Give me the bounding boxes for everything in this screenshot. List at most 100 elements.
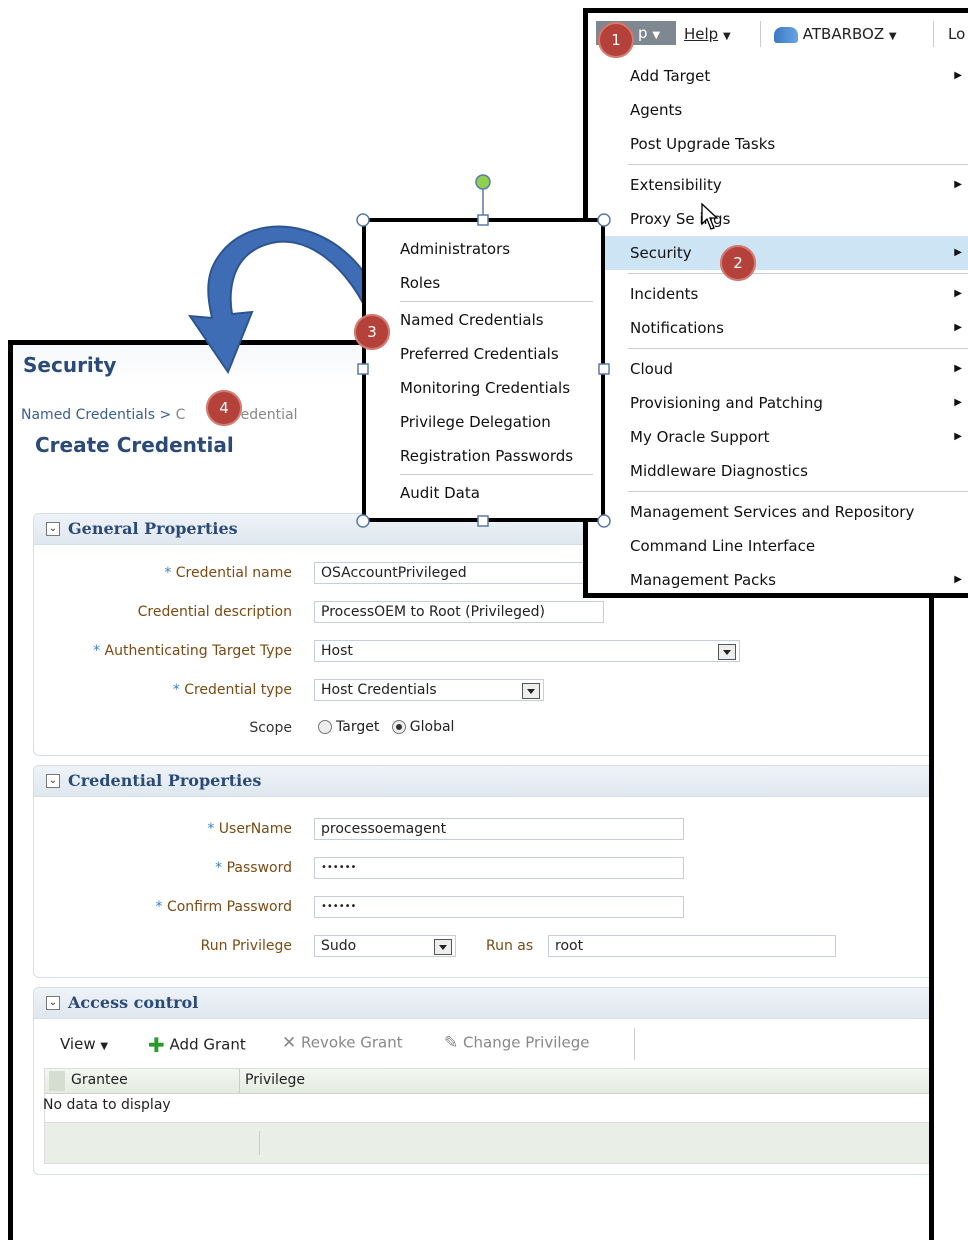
scope-global-radio[interactable] — [391, 720, 406, 734]
credential-description-label: Credential description — [137, 604, 292, 620]
username-input[interactable]: processoemagent — [314, 818, 684, 840]
password-input[interactable]: •••••• — [314, 857, 684, 879]
access-control-panel: ⌄ Access control View ▼ ✚ Add Grant ✕ Re… — [33, 987, 929, 1175]
setup-menu-item-cloud[interactable]: Cloud ▶ — [588, 352, 968, 386]
view-menu[interactable]: View ▼ — [60, 1035, 108, 1053]
scope-label: Scope — [249, 720, 292, 736]
scope-target-label: Target — [336, 719, 380, 735]
access-control-title: Access control — [68, 993, 199, 1012]
setup-menu-item-agents[interactable]: Agents — [588, 93, 968, 127]
x-icon: ✕ — [282, 1033, 297, 1053]
help-menu[interactable]: Help ▼ — [684, 25, 731, 43]
security-submenu-item-administrators[interactable]: Administrators — [366, 232, 601, 266]
grant-table: Grantee Privilege No data to display — [43, 1068, 929, 1164]
privilege-column-header[interactable]: Privilege — [245, 1072, 305, 1088]
setup-menu-list: Add Target ▶ Agents Post Upgrade Tasks Exten… — [588, 59, 968, 597]
change-privilege-button[interactable]: ✎ Change Privilege — [444, 1033, 590, 1053]
menu-separator — [628, 491, 968, 492]
menu-separator — [628, 348, 968, 349]
setup-menu-item-security[interactable]: Security ▶ — [588, 236, 968, 270]
run-as-label: Run as — [486, 938, 534, 954]
user-menu[interactable]: ATBARBOZ ▼ — [774, 25, 897, 43]
logout-link[interactable]: Lo — [948, 25, 965, 43]
setup-menu-item-extensibility[interactable]: Extensibility ▶ — [588, 168, 968, 202]
setup-menu-item-provisioning-and-patching[interactable]: Provisioning and Patching ▶ — [588, 386, 968, 420]
scope-radio-group: Target Global — [318, 719, 454, 735]
row-selector-header — [49, 1071, 65, 1091]
breadcrumb-named-credentials-link[interactable]: Named Credentials — [21, 407, 155, 423]
run-as-input[interactable]: root — [548, 935, 836, 957]
table-footer — [45, 1122, 929, 1163]
credential-type-dropdown-icon[interactable] — [522, 683, 540, 699]
breadcrumb-current-start: C — [175, 407, 186, 423]
submenu-arrow-icon: ▶ — [954, 179, 962, 190]
authenticating-target-type-select[interactable]: Host — [314, 640, 740, 662]
credential-properties-title: Credential Properties — [68, 771, 262, 790]
security-submenu-item-monitoring-credentials[interactable]: Monitoring Credentials — [366, 371, 601, 405]
password-label: * Password — [215, 860, 292, 876]
pencil-icon: ✎ — [444, 1033, 459, 1053]
chevron-down-icon: ▼ — [100, 1041, 109, 1052]
setup-menu-item-notifications[interactable]: Notifications ▶ — [588, 311, 968, 345]
credential-name-label: * Credential name — [164, 565, 292, 581]
plus-icon: ✚ — [148, 1033, 165, 1057]
callout-2: 2 — [720, 245, 756, 281]
collapse-icon[interactable]: ⌄ — [46, 522, 60, 536]
scope-target-radio[interactable] — [318, 720, 332, 734]
setup-menu-item-my-oracle-support[interactable]: My Oracle Support ▶ — [588, 420, 968, 454]
submenu-arrow-icon: ▶ — [954, 397, 962, 408]
security-submenu: Administrators Roles Named Credentials Pref… — [362, 218, 605, 522]
security-submenu-item-preferred-credentials[interactable]: Preferred Credentials — [366, 337, 601, 371]
add-grant-button[interactable]: ✚ Add Grant — [148, 1033, 246, 1057]
setup-menu-item-command-line-interface[interactable]: Command Line Interface — [588, 529, 968, 563]
setup-menu-item-management-services-and-repository[interactable]: Management Services and Repository — [588, 495, 968, 529]
setup-menu-item-middleware-diagnostics[interactable]: Middleware Diagnostics — [588, 454, 968, 488]
menu-separator — [628, 273, 968, 274]
authenticating-target-type-label: * Authenticating Target Type — [93, 643, 292, 659]
security-submenu-item-roles[interactable]: Roles — [366, 266, 601, 300]
authenticating-target-dropdown-icon[interactable] — [718, 644, 736, 660]
callout-4: 4 — [206, 390, 242, 426]
setup-menu-item-incidents[interactable]: Incidents ▶ — [588, 277, 968, 311]
submenu-arrow-icon: ▶ — [954, 574, 962, 585]
setup-menu-item-management-packs[interactable]: Management Packs ▶ — [588, 563, 968, 597]
submenu-arrow-icon: ▶ — [954, 70, 962, 81]
mouse-cursor-icon — [701, 202, 719, 230]
general-properties-title: General Properties — [68, 519, 238, 538]
security-submenu-item-privilege-delegation[interactable]: Privilege Delegation — [366, 405, 601, 439]
revoke-grant-button[interactable]: ✕ Revoke Grant — [282, 1033, 403, 1053]
setup-menu-item-proxy-se-ings[interactable]: Proxy Se ings — [588, 202, 968, 236]
page-title: Security — [23, 353, 117, 377]
credential-description-input[interactable]: ProcessOEM to Root (Privileged) — [314, 601, 604, 623]
security-submenu-item-registration-passwords[interactable]: Registration Passwords — [366, 439, 601, 473]
collapse-icon[interactable]: ⌄ — [46, 774, 60, 788]
menu-separator — [400, 474, 593, 475]
run-privilege-label: Run Privilege — [200, 938, 292, 954]
menu-separator — [628, 164, 968, 165]
setup-menu-window: p ▼ Help ▼ ATBARBOZ ▼ Lo Add Target ▶ Agen… — [583, 8, 968, 598]
setup-menu-item-post-upgrade-tasks[interactable]: Post Upgrade Tasks — [588, 127, 968, 161]
menu-separator — [400, 301, 593, 302]
breadcrumb: Named Credentials > C Credential — [21, 407, 297, 423]
confirm-password-input[interactable]: •••••• — [314, 896, 684, 918]
submenu-arrow-icon: ▶ — [954, 247, 962, 258]
access-control-header[interactable]: ⌄ Access control — [34, 988, 929, 1019]
security-submenu-item-named-credentials[interactable]: Named Credentials — [366, 303, 601, 337]
credential-type-label: * Credential type — [172, 682, 292, 698]
callout-1: 1 — [598, 22, 634, 58]
security-submenu-item-audit-data[interactable]: Audit Data — [366, 476, 601, 510]
chevron-down-icon: ▼ — [888, 31, 897, 42]
chevron-down-icon: ▼ — [652, 30, 661, 41]
grantee-column-header[interactable]: Grantee — [71, 1072, 128, 1088]
security-submenu-list: Administrators Roles Named Credentials Pref… — [366, 232, 601, 510]
credential-properties-header[interactable]: ⌄ Credential Properties — [34, 766, 929, 797]
run-privilege-dropdown-icon[interactable] — [434, 939, 452, 955]
create-credential-heading: Create Credential — [35, 433, 234, 457]
collapse-icon[interactable]: ⌄ — [46, 996, 60, 1010]
credential-type-select[interactable]: Host Credentials — [314, 679, 544, 701]
breadcrumb-separator: > — [159, 407, 172, 423]
credential-name-input[interactable]: OSAccountPrivileged — [314, 562, 604, 584]
rotation-handle-icon — [475, 174, 491, 190]
submenu-arrow-icon: ▶ — [954, 288, 962, 299]
setup-menu-item-add-target[interactable]: Add Target ▶ — [588, 59, 968, 93]
